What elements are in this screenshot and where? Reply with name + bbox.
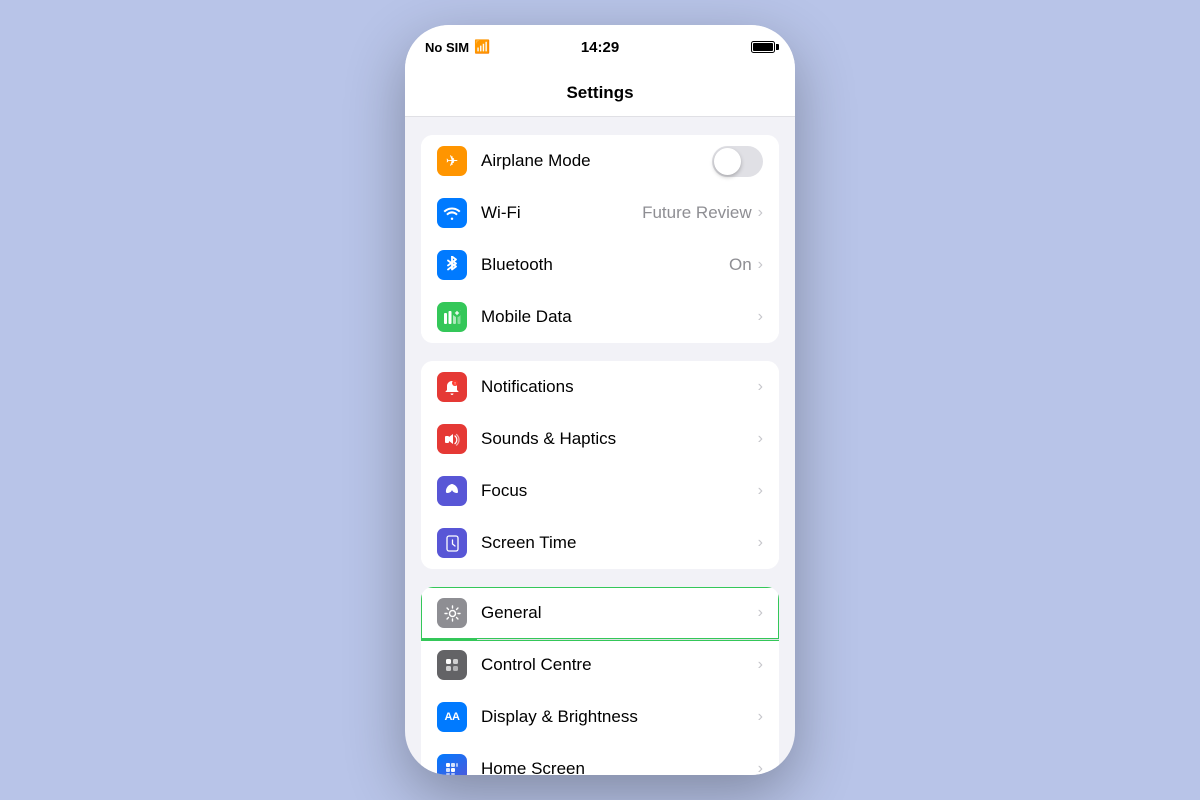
screen-time-label: Screen Time: [481, 533, 758, 553]
home-screen-chevron: ›: [758, 760, 763, 775]
focus-icon: [437, 476, 467, 506]
row-general[interactable]: General ›: [421, 587, 779, 639]
row-focus[interactable]: Focus ›: [421, 465, 779, 517]
row-bluetooth[interactable]: Bluetooth On ›: [421, 239, 779, 291]
mobile-data-label: Mobile Data: [481, 307, 758, 327]
row-mobile-data[interactable]: Mobile Data ›: [421, 291, 779, 343]
group-notifications: ! Notifications › Sounds & Haptics: [421, 361, 779, 569]
focus-label: Focus: [481, 481, 758, 501]
home-screen-label: Home Screen: [481, 759, 758, 775]
control-centre-label: Control Centre: [481, 655, 758, 675]
group-general: General › Control Centre ›: [421, 587, 779, 775]
row-wifi[interactable]: Wi-Fi Future Review ›: [421, 187, 779, 239]
nav-bar: Settings: [405, 69, 795, 117]
airplane-mode-toggle[interactable]: [712, 146, 763, 177]
notifications-icon: !: [437, 372, 467, 402]
display-brightness-label: Display & Brightness: [481, 707, 758, 727]
airplane-mode-label: Airplane Mode: [481, 151, 712, 171]
row-screen-time[interactable]: Screen Time ›: [421, 517, 779, 569]
bluetooth-label: Bluetooth: [481, 255, 729, 275]
wifi-label: Wi-Fi: [481, 203, 642, 223]
page-title: Settings: [566, 83, 633, 103]
bluetooth-value: On: [729, 255, 752, 275]
display-brightness-chevron: ›: [758, 708, 763, 726]
focus-chevron: ›: [758, 482, 763, 500]
notifications-label: Notifications: [481, 377, 758, 397]
status-left: No SIM 📶: [425, 39, 490, 55]
screen-time-icon: [437, 528, 467, 558]
sounds-haptics-chevron: ›: [758, 430, 763, 448]
wifi-chevron: ›: [758, 204, 763, 222]
bluetooth-icon: [437, 250, 467, 280]
row-control-centre[interactable]: Control Centre ›: [421, 639, 779, 691]
settings-content: ✈ Airplane Mode Wi-Fi Future Review ›: [405, 117, 795, 775]
home-screen-icon: [437, 754, 467, 775]
status-bar: No SIM 📶 14:29: [405, 25, 795, 69]
sounds-haptics-icon: [437, 424, 467, 454]
airplane-mode-icon: ✈: [437, 146, 467, 176]
row-sounds-haptics[interactable]: Sounds & Haptics ›: [421, 413, 779, 465]
phone-frame: No SIM 📶 14:29 Settings ✈ Airplane Mode: [405, 25, 795, 775]
wifi-value: Future Review: [642, 203, 752, 223]
group-connectivity: ✈ Airplane Mode Wi-Fi Future Review ›: [421, 135, 779, 343]
mobile-data-icon: [437, 302, 467, 332]
row-home-screen[interactable]: Home Screen ›: [421, 743, 779, 775]
time-label: 14:29: [581, 39, 619, 56]
general-chevron: ›: [758, 604, 763, 622]
mobile-data-chevron: ›: [758, 308, 763, 326]
battery-icon: [751, 41, 775, 53]
row-notifications[interactable]: ! Notifications ›: [421, 361, 779, 413]
general-icon: [437, 598, 467, 628]
screen-time-chevron: ›: [758, 534, 763, 552]
status-right: [751, 41, 775, 53]
row-display-brightness[interactable]: AA Display & Brightness ›: [421, 691, 779, 743]
notifications-chevron: ›: [758, 378, 763, 396]
row-airplane-mode[interactable]: ✈ Airplane Mode: [421, 135, 779, 187]
bluetooth-chevron: ›: [758, 256, 763, 274]
wifi-icon: 📶: [474, 39, 490, 55]
sounds-haptics-label: Sounds & Haptics: [481, 429, 758, 449]
general-label: General: [481, 603, 758, 623]
battery-fill: [753, 43, 773, 51]
wifi-icon: [437, 198, 467, 228]
display-brightness-icon: AA: [437, 702, 467, 732]
carrier-label: No SIM: [425, 40, 469, 55]
control-centre-icon: [437, 650, 467, 680]
control-centre-chevron: ›: [758, 656, 763, 674]
svg-text:!: !: [454, 380, 455, 385]
